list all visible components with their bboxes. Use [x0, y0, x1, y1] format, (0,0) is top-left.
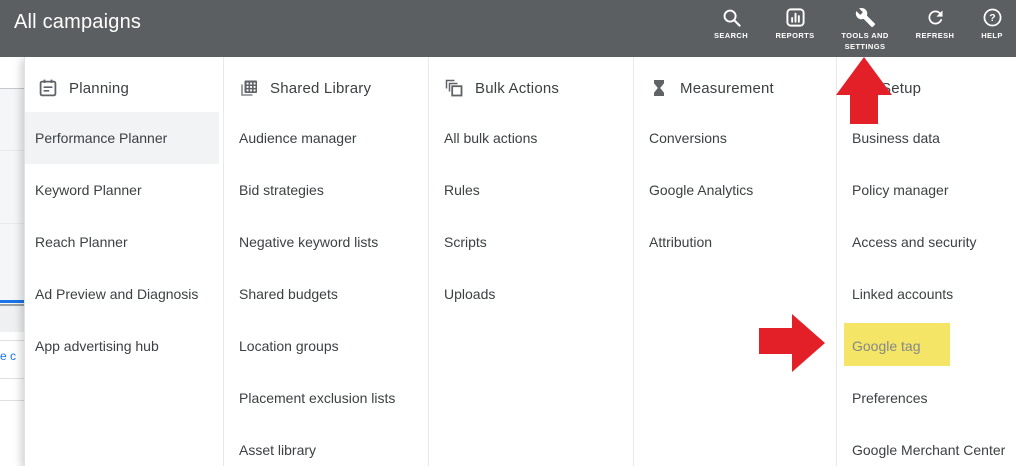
menu-item-asset-library[interactable]: Asset library [224, 424, 428, 466]
menu-column-measurement: Measurement Conversions Google Analytics… [633, 57, 836, 466]
menu-item-label: Placement exclusion lists [239, 390, 396, 406]
planning-header: Planning [25, 63, 223, 113]
menu-item-label: Attribution [649, 234, 713, 250]
menu-item-label: Uploads [444, 286, 496, 302]
menu-item-label: Asset library [239, 442, 317, 458]
topbar-actions: SEARCH REPORTS TOOLS AND SETTINGS REFRES… [700, 0, 1016, 57]
red-right-arrow-annotation [759, 314, 825, 372]
menu-item-linked-accounts[interactable]: Linked accounts [837, 268, 1016, 320]
help-label: HELP [981, 31, 1003, 40]
event-note-icon [39, 79, 57, 97]
search-button[interactable]: SEARCH [700, 7, 762, 42]
menu-column-planning: Planning Performance Planner Keyword Pla… [25, 57, 223, 466]
menu-item-label: Business data [852, 130, 940, 146]
help-button[interactable]: ? HELP [968, 7, 1016, 42]
menu-item-google-analytics[interactable]: Google Analytics [634, 164, 836, 216]
svg-text:?: ? [989, 12, 995, 24]
shared-library-header: Shared Library [224, 63, 428, 113]
menu-item-label: Negative keyword lists [239, 234, 379, 250]
refresh-icon [928, 10, 942, 25]
menu-item-bid-strategies[interactable]: Bid strategies [224, 164, 428, 216]
menu-item-conversions[interactable]: Conversions [634, 112, 836, 164]
background-blue-tab-indicator [0, 300, 24, 303]
reports-icon [785, 8, 805, 27]
background-page: e c [0, 57, 24, 466]
menu-item-label: Google Analytics [649, 182, 754, 198]
hourglass-icon [654, 80, 664, 96]
bulk-actions-header-label: Bulk Actions [475, 79, 560, 97]
reports-button[interactable]: REPORTS [762, 7, 828, 42]
menu-item-access-and-security[interactable]: Access and security [837, 216, 1016, 268]
menu-item-label: Preferences [852, 390, 928, 406]
tools-and-settings-button[interactable]: TOOLS AND SETTINGS [828, 7, 902, 52]
menu-column-shared-library: Shared Library Audience manager Bid stra… [223, 57, 428, 466]
menu-item-label: Access and security [852, 234, 977, 250]
measurement-header-label: Measurement [680, 79, 774, 97]
menu-item-audience-manager[interactable]: Audience manager [224, 112, 428, 164]
menu-item-label: Keyword Planner [35, 182, 142, 198]
menu-item-label: Linked accounts [852, 286, 954, 302]
menu-item-label: Google tag [852, 338, 921, 354]
menu-item-label: Scripts [444, 234, 487, 250]
background-divider [0, 150, 24, 151]
background-partial-link-text: e c [0, 349, 17, 363]
menu-item-keyword-planner[interactable]: Keyword Planner [25, 164, 223, 216]
menu-item-label: Policy manager [852, 182, 949, 198]
menu-item-reach-planner[interactable]: Reach Planner [25, 216, 223, 268]
page-title: All campaigns [14, 11, 142, 33]
top-bar: All campaigns SEARCH REPORTS TOOLS AND S… [0, 0, 1016, 57]
measurement-header: Measurement [634, 63, 836, 113]
menu-item-label: Ad Preview and Diagnosis [35, 286, 199, 302]
planning-header-label: Planning [69, 79, 129, 97]
menu-item-rules[interactable]: Rules [429, 164, 633, 216]
menu-item-google-merchant-center[interactable]: Google Merchant Center [837, 424, 1016, 466]
menu-item-label: Conversions [649, 130, 727, 146]
menu-item-label: Google Merchant Center [852, 442, 1006, 458]
menu-item-all-bulk-actions[interactable]: All bulk actions [429, 112, 633, 164]
menu-item-label: Rules [444, 182, 480, 198]
background-divider [0, 340, 24, 341]
menu-item-ad-preview-and-diagnosis[interactable]: Ad Preview and Diagnosis [25, 268, 223, 320]
menu-item-attribution[interactable]: Attribution [634, 216, 836, 268]
menu-item-scripts[interactable]: Scripts [429, 216, 633, 268]
menu-item-shared-budgets[interactable]: Shared budgets [224, 268, 428, 320]
menu-item-label: Shared budgets [239, 286, 338, 302]
menu-item-placement-exclusion-lists[interactable]: Placement exclusion lists [224, 372, 428, 424]
red-up-arrow-annotation [836, 57, 892, 124]
menu-item-label: Location groups [239, 338, 339, 354]
library-grid-icon [241, 80, 257, 96]
background-band [0, 88, 24, 305]
menu-item-label: Reach Planner [35, 234, 128, 250]
menu-item-performance-planner[interactable]: Performance Planner [25, 112, 219, 164]
stacked-squares-icon [445, 79, 463, 97]
menu-item-label: Performance Planner [35, 130, 168, 146]
menu-item-label: Audience manager [239, 130, 357, 146]
reports-label: REPORTS [775, 31, 815, 40]
menu-item-label: App advertising hub [35, 338, 159, 354]
menu-item-google-tag[interactable]: Google tag [837, 320, 1016, 372]
shared-library-header-label: Shared Library [270, 79, 372, 97]
menu-item-label: Bid strategies [239, 182, 324, 198]
refresh-button[interactable]: REFRESH [902, 7, 968, 42]
help-icon: ? [983, 8, 1001, 27]
search-label: SEARCH [713, 31, 749, 40]
background-divider [0, 378, 24, 379]
menu-item-location-groups[interactable]: Location groups [224, 320, 428, 372]
bulk-actions-header: Bulk Actions [429, 63, 633, 113]
wrench-icon [855, 7, 875, 28]
refresh-label: REFRESH [915, 31, 955, 40]
search-icon [723, 9, 741, 27]
background-divider [0, 223, 24, 224]
menu-item-label: All bulk actions [444, 130, 538, 146]
menu-item-preferences[interactable]: Preferences [837, 372, 1016, 424]
menu-item-policy-manager[interactable]: Policy manager [837, 164, 1016, 216]
background-table-header-band [0, 306, 24, 332]
tools-and-settings-label: TOOLS AND SETTINGS [841, 31, 889, 51]
background-divider [0, 400, 24, 401]
menu-item-negative-keyword-lists[interactable]: Negative keyword lists [224, 216, 428, 268]
menu-column-bulk-actions: Bulk Actions All bulk actions Rules Scri… [428, 57, 633, 466]
google-ads-screen: e c All campaigns SEARCH REPORTS TOOLS A… [0, 0, 1016, 466]
menu-item-uploads[interactable]: Uploads [429, 268, 633, 320]
menu-item-app-advertising-hub[interactable]: App advertising hub [25, 320, 223, 372]
